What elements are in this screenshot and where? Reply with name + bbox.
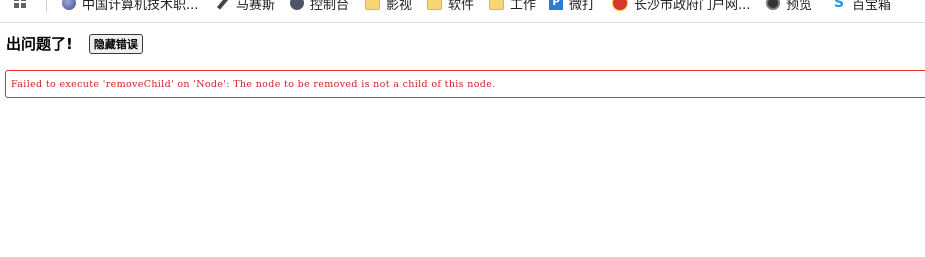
tool-icon [216, 0, 230, 10]
folder-icon [365, 0, 380, 10]
bookmark-label: 预览 [786, 0, 813, 13]
apps-grid-icon[interactable] [14, 0, 30, 12]
bookmark-item[interactable]: 马赛斯 [216, 0, 275, 13]
bookmark-label: 工作 [510, 0, 537, 13]
bookmark-label: 百宝箱 [852, 0, 892, 13]
emblem-icon [612, 0, 628, 11]
hide-errors-button[interactable]: 隐藏错误 [88, 33, 143, 54]
error-header: 出问题了! 隐藏错误 [6, 33, 143, 54]
bookmark-label: 微打 [569, 0, 596, 13]
error-message: Failed to execute 'removeChild' on 'Node… [11, 79, 496, 90]
bookmark-item[interactable]: 预览 [766, 0, 812, 13]
error-message-box: Failed to execute 'removeChild' on 'Node… [5, 70, 925, 98]
p-logo-icon: P [549, 0, 563, 10]
bookmark-item[interactable]: 控制台 [290, 0, 349, 13]
bookmark-label: 软件 [448, 0, 475, 13]
bookmark-item[interactable]: 长沙市政府门户网... [612, 0, 750, 13]
bookmarks-separator [46, 0, 47, 12]
s-logo-icon: S [833, 0, 845, 11]
page-title: 出问题了! [6, 35, 73, 53]
bookmark-item[interactable]: S 百宝箱 [832, 0, 891, 13]
orb-icon [62, 0, 76, 10]
bookmark-item[interactable]: 中国计算机技术职... [62, 0, 198, 13]
bookmark-item[interactable]: 工作 [489, 0, 536, 13]
bookmark-label: 控制台 [310, 0, 350, 13]
camera-icon [766, 0, 780, 10]
bookmark-item[interactable]: 软件 [427, 0, 474, 13]
bookmark-label: 中国计算机技术职... [82, 0, 199, 13]
bookmark-label: 影视 [386, 0, 413, 13]
folder-icon [489, 0, 504, 10]
bookmark-label: 长沙市政府门户网... [634, 0, 751, 13]
bookmark-label: 马赛斯 [236, 0, 276, 13]
globe-icon [290, 0, 304, 10]
bookmark-item[interactable]: 影视 [365, 0, 412, 13]
bookmark-item[interactable]: P 微打 [549, 0, 595, 13]
bookmarks-bar: 中国计算机技术职... 马赛斯 控制台 影视 软件 工作 P 微打 长沙市政府门… [0, 0, 925, 23]
folder-icon [427, 0, 442, 10]
